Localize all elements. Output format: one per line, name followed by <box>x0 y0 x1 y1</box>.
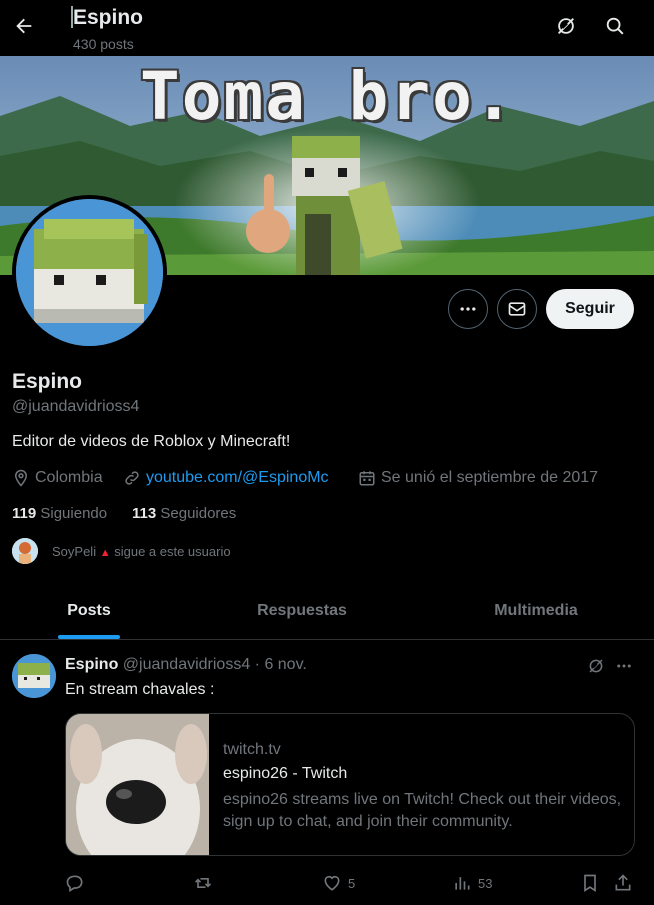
grok-button[interactable] <box>552 12 580 40</box>
active-tab-indicator <box>58 635 120 639</box>
message-button[interactable] <box>497 289 537 329</box>
heart-icon <box>324 875 340 891</box>
link-card-description: espino26 streams live on Twitch! Check o… <box>223 791 622 830</box>
link-card-image <box>66 714 209 855</box>
more-icon <box>617 664 631 668</box>
bar-chart-icon <box>455 877 470 890</box>
location-pin-icon <box>14 469 28 487</box>
following-link[interactable]: 119 Siguiendo <box>12 505 107 522</box>
profile-website[interactable]: youtube.com/@EspinoMc <box>123 468 329 488</box>
location-text: Colombia <box>35 469 103 486</box>
website-link[interactable]: youtube.com/@EspinoMc <box>146 469 329 487</box>
post-avatar-image <box>12 654 56 698</box>
post-actions: 5 53 <box>0 870 654 896</box>
bookmark-icon <box>584 874 596 893</box>
profile-location: Colombia <box>12 468 103 488</box>
follower-avatar-image <box>12 538 38 564</box>
link-icon <box>125 471 139 485</box>
post-header: Espino @juandavidrioss4 · 6 nov. <box>65 656 307 674</box>
profile-name: Espino <box>12 370 83 393</box>
grok-post-button[interactable] <box>584 654 608 678</box>
search-button[interactable] <box>601 12 629 40</box>
views-button[interactable]: 53 <box>452 870 492 896</box>
following-count: 119 <box>12 505 37 522</box>
followers-label: Seguidores <box>160 505 237 522</box>
post-text: En stream chavales : <box>65 681 215 698</box>
link-card-title: espino26 - Twitch <box>223 765 348 782</box>
profile-joined: Se unió el septiembre de 2017 <box>358 468 598 488</box>
profile-handle: @juandavidrioss4 <box>12 398 140 415</box>
followers-link[interactable]: 113 Seguidores <box>132 505 236 522</box>
reply-button[interactable] <box>65 870 85 896</box>
search-icon <box>606 17 624 35</box>
back-button[interactable] <box>8 8 40 44</box>
arrow-left-icon <box>16 18 32 34</box>
post-more-button[interactable] <box>612 654 636 678</box>
more-options-button[interactable] <box>448 289 488 329</box>
posts-count: 430 posts <box>73 36 134 52</box>
grok-icon <box>558 18 574 34</box>
tab-posts[interactable]: Posts <box>0 583 178 639</box>
profile-avatar[interactable] <box>12 195 167 350</box>
dog-thumbnail <box>66 714 209 855</box>
profile-bio: Editor de videos de Roblox y Minecraft! <box>12 433 291 450</box>
envelope-icon <box>508 302 526 316</box>
top-bar: Espino 430 posts <box>0 0 654 56</box>
joined-text: Se unió el septiembre de 2017 <box>381 469 599 486</box>
link-card[interactable]: twitch.tv espino26 - Twitch espino26 str… <box>65 713 635 856</box>
more-icon <box>460 307 476 311</box>
link-card-domain: twitch.tv <box>223 741 281 758</box>
calendar-icon <box>359 471 375 486</box>
avatar-image <box>16 199 163 346</box>
banner-text: Toma bro. <box>140 58 516 135</box>
warning-triangle-icon: ▲ <box>99 546 111 559</box>
followed-by[interactable]: SoyPeli ▲ sigue a este usuario <box>12 538 231 564</box>
like-button[interactable]: 5 <box>322 870 355 896</box>
profile-tabs: Posts Respuestas Multimedia <box>0 583 654 640</box>
follower-name: SoyPeli <box>52 543 97 559</box>
reply-icon <box>66 875 83 892</box>
bookmark-button[interactable] <box>580 870 600 896</box>
page-title: Espino <box>73 6 144 29</box>
followers-count: 113 <box>132 505 157 522</box>
grok-icon <box>589 659 603 673</box>
post-avatar[interactable] <box>12 654 56 698</box>
follower-avatar <box>12 538 38 564</box>
follow-button[interactable]: Seguir <box>546 289 634 329</box>
followed-by-text: sigue a este usuario <box>114 543 231 559</box>
repost-icon <box>194 878 212 888</box>
following-label: Siguiendo <box>40 505 108 522</box>
view-count: 53 <box>478 875 493 891</box>
share-button[interactable] <box>613 870 633 896</box>
post-author-name[interactable]: Espino <box>65 656 118 673</box>
tab-replies[interactable]: Respuestas <box>178 583 426 639</box>
share-icon <box>615 874 631 891</box>
repost-button[interactable] <box>192 870 214 896</box>
like-count: 5 <box>348 875 356 891</box>
tab-media[interactable]: Multimedia <box>426 583 646 639</box>
post-meta[interactable]: @juandavidrioss4 · 6 nov. <box>123 656 307 673</box>
